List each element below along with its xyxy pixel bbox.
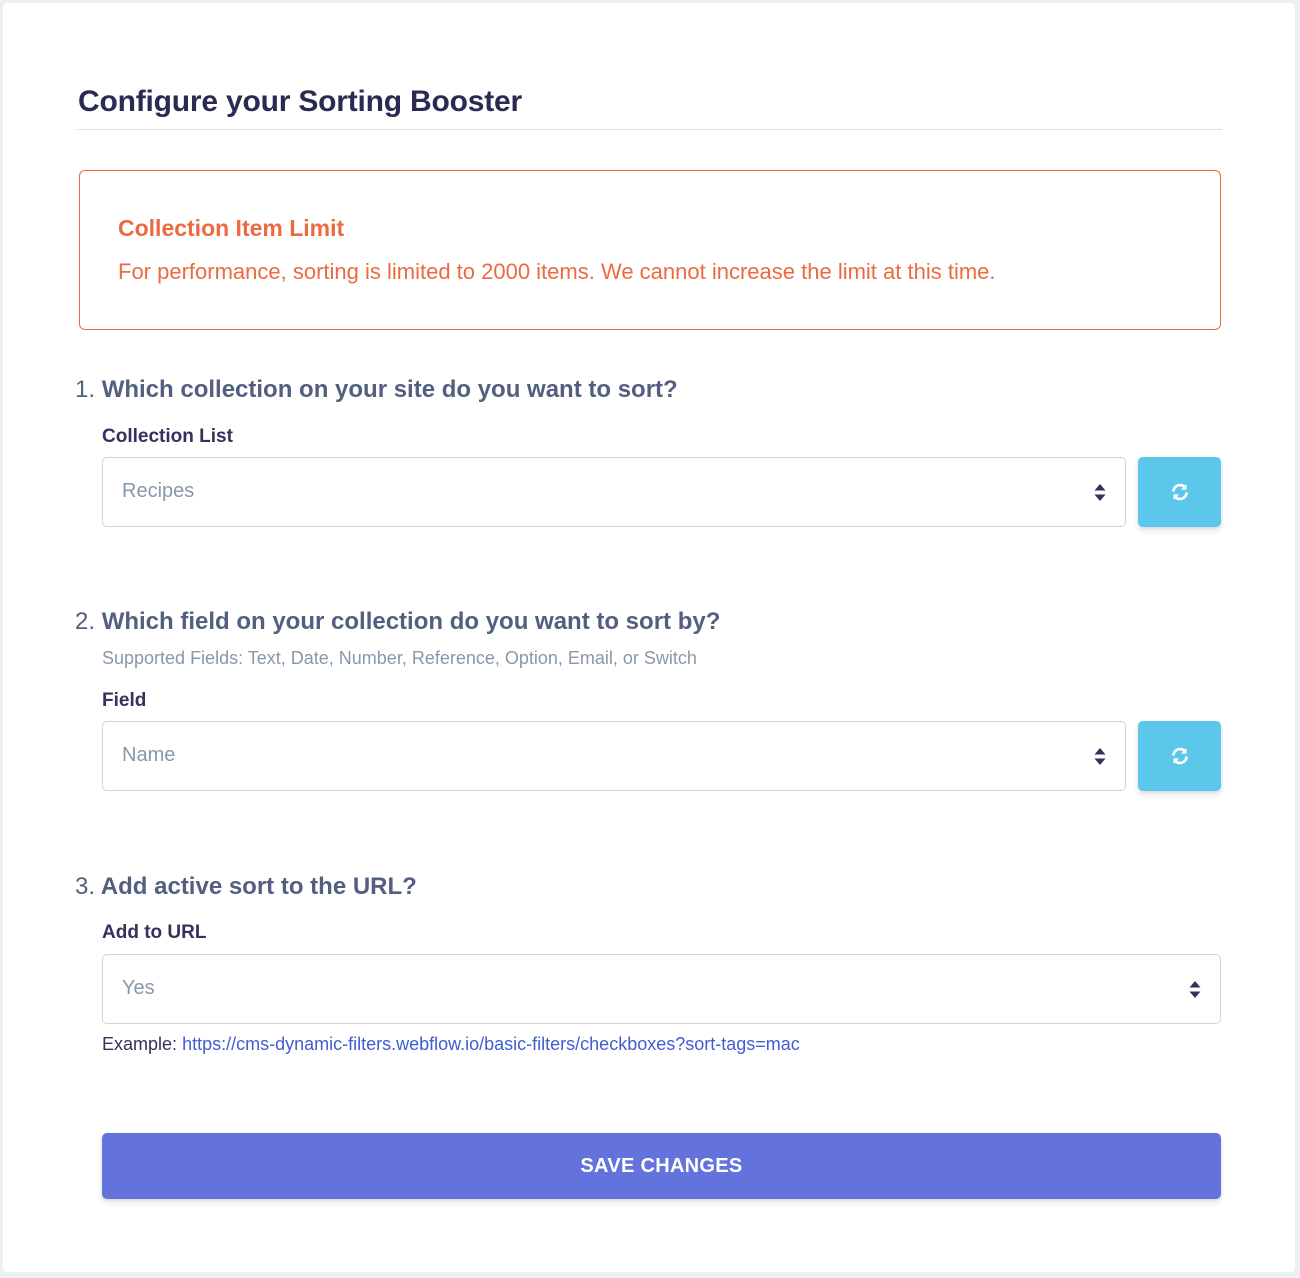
collection-list-value: Recipes — [122, 480, 195, 502]
field-select[interactable]: Name — [102, 721, 1126, 791]
url-example: Example: https://cms-dynamic-filters.web… — [102, 1034, 800, 1055]
refresh-fields-button[interactable] — [1138, 721, 1221, 791]
add-to-url-value: Yes — [122, 977, 155, 999]
example-prefix: Example: — [102, 1034, 178, 1054]
title-divider — [77, 129, 1222, 130]
question-3-text: Add active sort to the URL? — [100, 873, 417, 900]
settings-card: Configure your Sorting Booster Collectio… — [3, 3, 1295, 1272]
question-1-number: 1. — [75, 376, 96, 403]
refresh-icon — [1171, 483, 1188, 501]
select-arrows-icon — [1094, 484, 1106, 501]
select-arrows-icon — [1189, 981, 1201, 998]
field-label: Field — [102, 690, 147, 711]
collection-list-label: Collection List — [102, 426, 233, 447]
question-1-text: Which collection on your site do you wan… — [101, 376, 678, 403]
question-1: 1. Which collection on your site do you … — [75, 376, 678, 404]
question-3-number: 3. — [75, 873, 96, 900]
add-to-url-select[interactable]: Yes — [102, 954, 1221, 1024]
collection-list-select[interactable]: Recipes — [102, 457, 1126, 527]
field-value: Name — [122, 744, 176, 766]
question-2-text: Which field on your collection do you wa… — [101, 608, 721, 635]
question-2: 2. Which field on your collection do you… — [75, 608, 720, 636]
page-title: Configure your Sorting Booster — [78, 85, 523, 118]
select-arrows-icon — [1094, 748, 1106, 765]
supported-fields-hint: Supported Fields: Text, Date, Number, Re… — [102, 648, 697, 668]
question-2-number: 2. — [75, 608, 96, 635]
limit-alert: Collection Item Limit For performance, s… — [79, 170, 1221, 330]
example-link[interactable]: https://cms-dynamic-filters.webflow.io/b… — [182, 1034, 800, 1054]
save-changes-button[interactable]: SAVE CHANGES — [102, 1133, 1221, 1199]
refresh-collections-button[interactable] — [1138, 457, 1221, 527]
refresh-icon — [1171, 747, 1188, 765]
question-3: 3. Add active sort to the URL? — [75, 873, 417, 901]
add-to-url-label: Add to URL — [102, 922, 207, 943]
alert-title: Collection Item Limit — [118, 215, 345, 241]
alert-text: For performance, sorting is limited to 2… — [118, 259, 996, 284]
